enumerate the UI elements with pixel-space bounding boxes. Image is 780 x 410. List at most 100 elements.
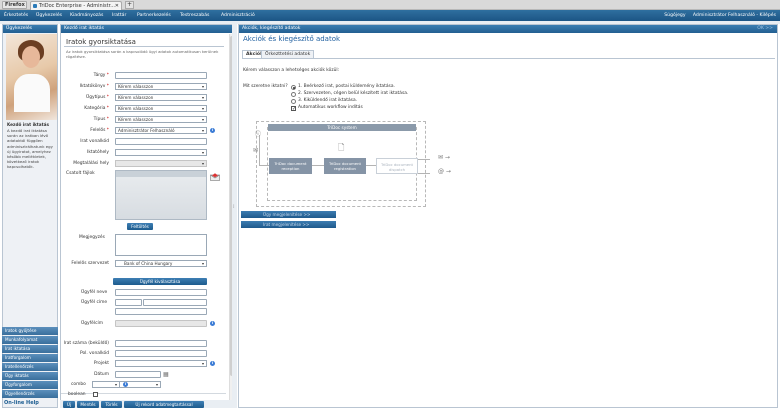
megjegyzes-textarea[interactable] [115,234,207,256]
show-case-button[interactable]: Ügy megjelenítése >> [241,211,336,218]
label-ugyfelcim: Ügyfélcím [81,321,103,326]
upload-button[interactable]: Feltöltés [127,223,153,230]
left-panel-header: Ügykezelés [3,25,57,33]
nav-item-irat-iktatasa[interactable]: Irat iktatása [2,345,58,353]
save-button[interactable]: Mentés [77,401,99,408]
nav-item-iratforgalom[interactable]: Iratforgalom [2,354,58,362]
menu-item-partnerkezeles[interactable]: Partnerkezelés [137,10,171,21]
ugyfel-zip-input[interactable] [115,299,142,306]
label-combo: combo [71,382,86,387]
iktatohely-select[interactable]: ▾ [115,149,207,156]
radio-option-3[interactable] [291,99,296,104]
label-irat-szama: Irat száma (beküldő) [63,341,109,346]
connector [312,165,324,166]
ok-link[interactable]: OK >> [757,25,773,33]
nav-item-ugyellenorzes[interactable]: Ügyellenőrzés [2,390,58,398]
workflow-checkbox[interactable]: ✓ [291,106,296,112]
label-ugyfel-cime: Ügyfél címe [81,300,108,305]
user-area: Súgójegy Adminisztrátor Felhasználó - Ki… [664,10,776,21]
client-select-button[interactable]: Ügyfél kiválasztása [113,278,207,285]
right-panel-header: Akciók, kiegészítő adatok OK >> [239,25,777,33]
online-help-link[interactable]: On-line Help [4,400,39,406]
envelope-out-icon: ✉ → [438,154,450,161]
ugyfel-neve-input[interactable] [115,289,207,296]
megtalalasi-hely-select: ▾ [115,160,207,167]
chevron-down-icon: ▾ [201,84,204,89]
label-felelos-szervezet: Felelős szervezet [71,261,109,266]
connector [259,135,260,165]
help-ticket-link[interactable]: Súgójegy [664,13,685,18]
irat-vonalkod-input[interactable] [115,138,207,145]
form-panel-header: Kezdő irat iktatás [61,25,234,33]
mail-icon[interactable] [210,173,220,181]
show-document-button[interactable]: Irat megjelenítése >> [241,221,336,228]
connector [418,159,430,160]
label-ugyfel-neve: Ügyfél neve [81,290,108,295]
datum-input[interactable] [115,371,161,378]
connector [366,165,376,166]
calendar-icon[interactable]: ▦ [163,371,169,378]
panel-splitter[interactable]: ⁞ [232,24,237,408]
question-label: Mit szeretne iktatni? [243,84,288,89]
help-title: Kezdő irat iktatás [7,122,49,127]
connector [418,173,430,174]
targy-input[interactable] [115,72,207,79]
menu-item-erkeztetes[interactable]: Érkeztetés [4,10,28,21]
kategoria-select[interactable]: Kérem válasszon ▾ [115,105,207,112]
info-icon[interactable]: i [123,382,128,387]
ugyfel-street-input[interactable] [115,308,207,315]
felelos-select[interactable]: Adminisztrátor Felhasználó ▾ [115,127,207,134]
form-panel: Kezdő irat iktatás Iratok gyorsiktatása … [60,24,235,408]
menu-item-testreszabas[interactable]: Testreszabás [180,10,209,21]
tipus-select[interactable]: Kérem válasszon ▾ [115,116,207,123]
tab-erkeztetesi-adatok[interactable]: Örkezttetési adatok [261,50,315,58]
browser-tab[interactable]: TriDoc Enterprise - Administr... ✕ [30,1,122,10]
new-button[interactable]: Új [63,401,75,408]
iktatokonyv-select[interactable]: Kérem válasszon ▾ [115,83,207,90]
nav-item-munkafolyamat[interactable]: Munkafolyamat [2,336,58,344]
tab-title: TriDoc Enterprise - Administr... [39,3,115,9]
new-record-keep-data-button[interactable]: Új rekord adatmegtartással [124,401,204,408]
document-icon: 🗋 [338,143,345,152]
radio-option-2[interactable] [291,92,296,97]
user-logout-link[interactable]: Adminisztrátor Felhasználó - Kilépés [693,13,776,18]
assistant-photo [6,34,57,120]
new-tab-button[interactable]: + [125,1,134,9]
nav-item-iratellenorzes[interactable]: Iratellenőrzés [2,363,58,371]
nav-item-ugyforgalom[interactable]: Ügyforgalom [2,381,58,389]
firefox-menu-button[interactable]: Firefox ▾ [2,1,27,15]
right-title: Akciók és kiegészítő adatok [243,35,341,43]
help-text: A kezdő irat iktatása során az iratban l… [7,128,53,170]
info-icon[interactable]: i [210,128,215,133]
info-icon[interactable]: i [210,361,215,366]
email-out-icon: @ → [438,168,451,175]
registration-box: TriDoc document registration [324,158,366,174]
option-3-label: 3. Kiküldendő irat iktatása. [298,98,358,103]
delete-button[interactable]: Törlés [101,401,122,408]
irat-szama-input[interactable] [115,340,207,347]
menu-item-irattar[interactable]: Irattár [112,10,126,21]
nav-item-ugy-iktatas[interactable]: Ügy iktatás [2,372,58,380]
nav-item-iratok-gyujtese[interactable]: Iratok gyűjtése [2,327,58,335]
felelos-szervezet-select[interactable]: Bank of China Hungary ▾ [115,260,207,267]
chevron-down-icon: ▾ [201,95,204,100]
projekt-select[interactable]: ▾ [115,360,207,367]
label-boolean: boolean [68,392,86,397]
al-ov-select[interactable]: ▾ [115,381,161,388]
chevron-down-icon: ▾ [155,382,158,387]
boolean-checkbox[interactable] [93,392,98,397]
ugytipus-select[interactable]: Kérem válasszon ▾ [115,94,207,101]
menu-item-adminisztracio[interactable]: Adminisztráció [221,10,255,21]
radio-option-1[interactable] [291,85,296,90]
pol-vonalkod-input[interactable] [115,350,207,357]
menu-item-ugykezeles[interactable]: Ügykezelés [36,10,62,21]
info-icon[interactable]: i [210,321,215,326]
attached-files-box[interactable] [115,170,207,220]
label-pol-vonalkod: Pol. vonalkód [79,351,109,356]
ugyfel-city-input[interactable] [143,299,207,306]
main-menu-bar: Érkeztetés Ügykezelés Kiadmányozás Iratt… [0,10,780,21]
menu-item-kiadmanyozas[interactable]: Kiadmányozás [70,10,103,21]
combo-select[interactable]: ▾ [92,381,120,388]
close-tab-icon[interactable]: ✕ [115,2,119,10]
grip-icon: ⁞ [233,204,235,210]
